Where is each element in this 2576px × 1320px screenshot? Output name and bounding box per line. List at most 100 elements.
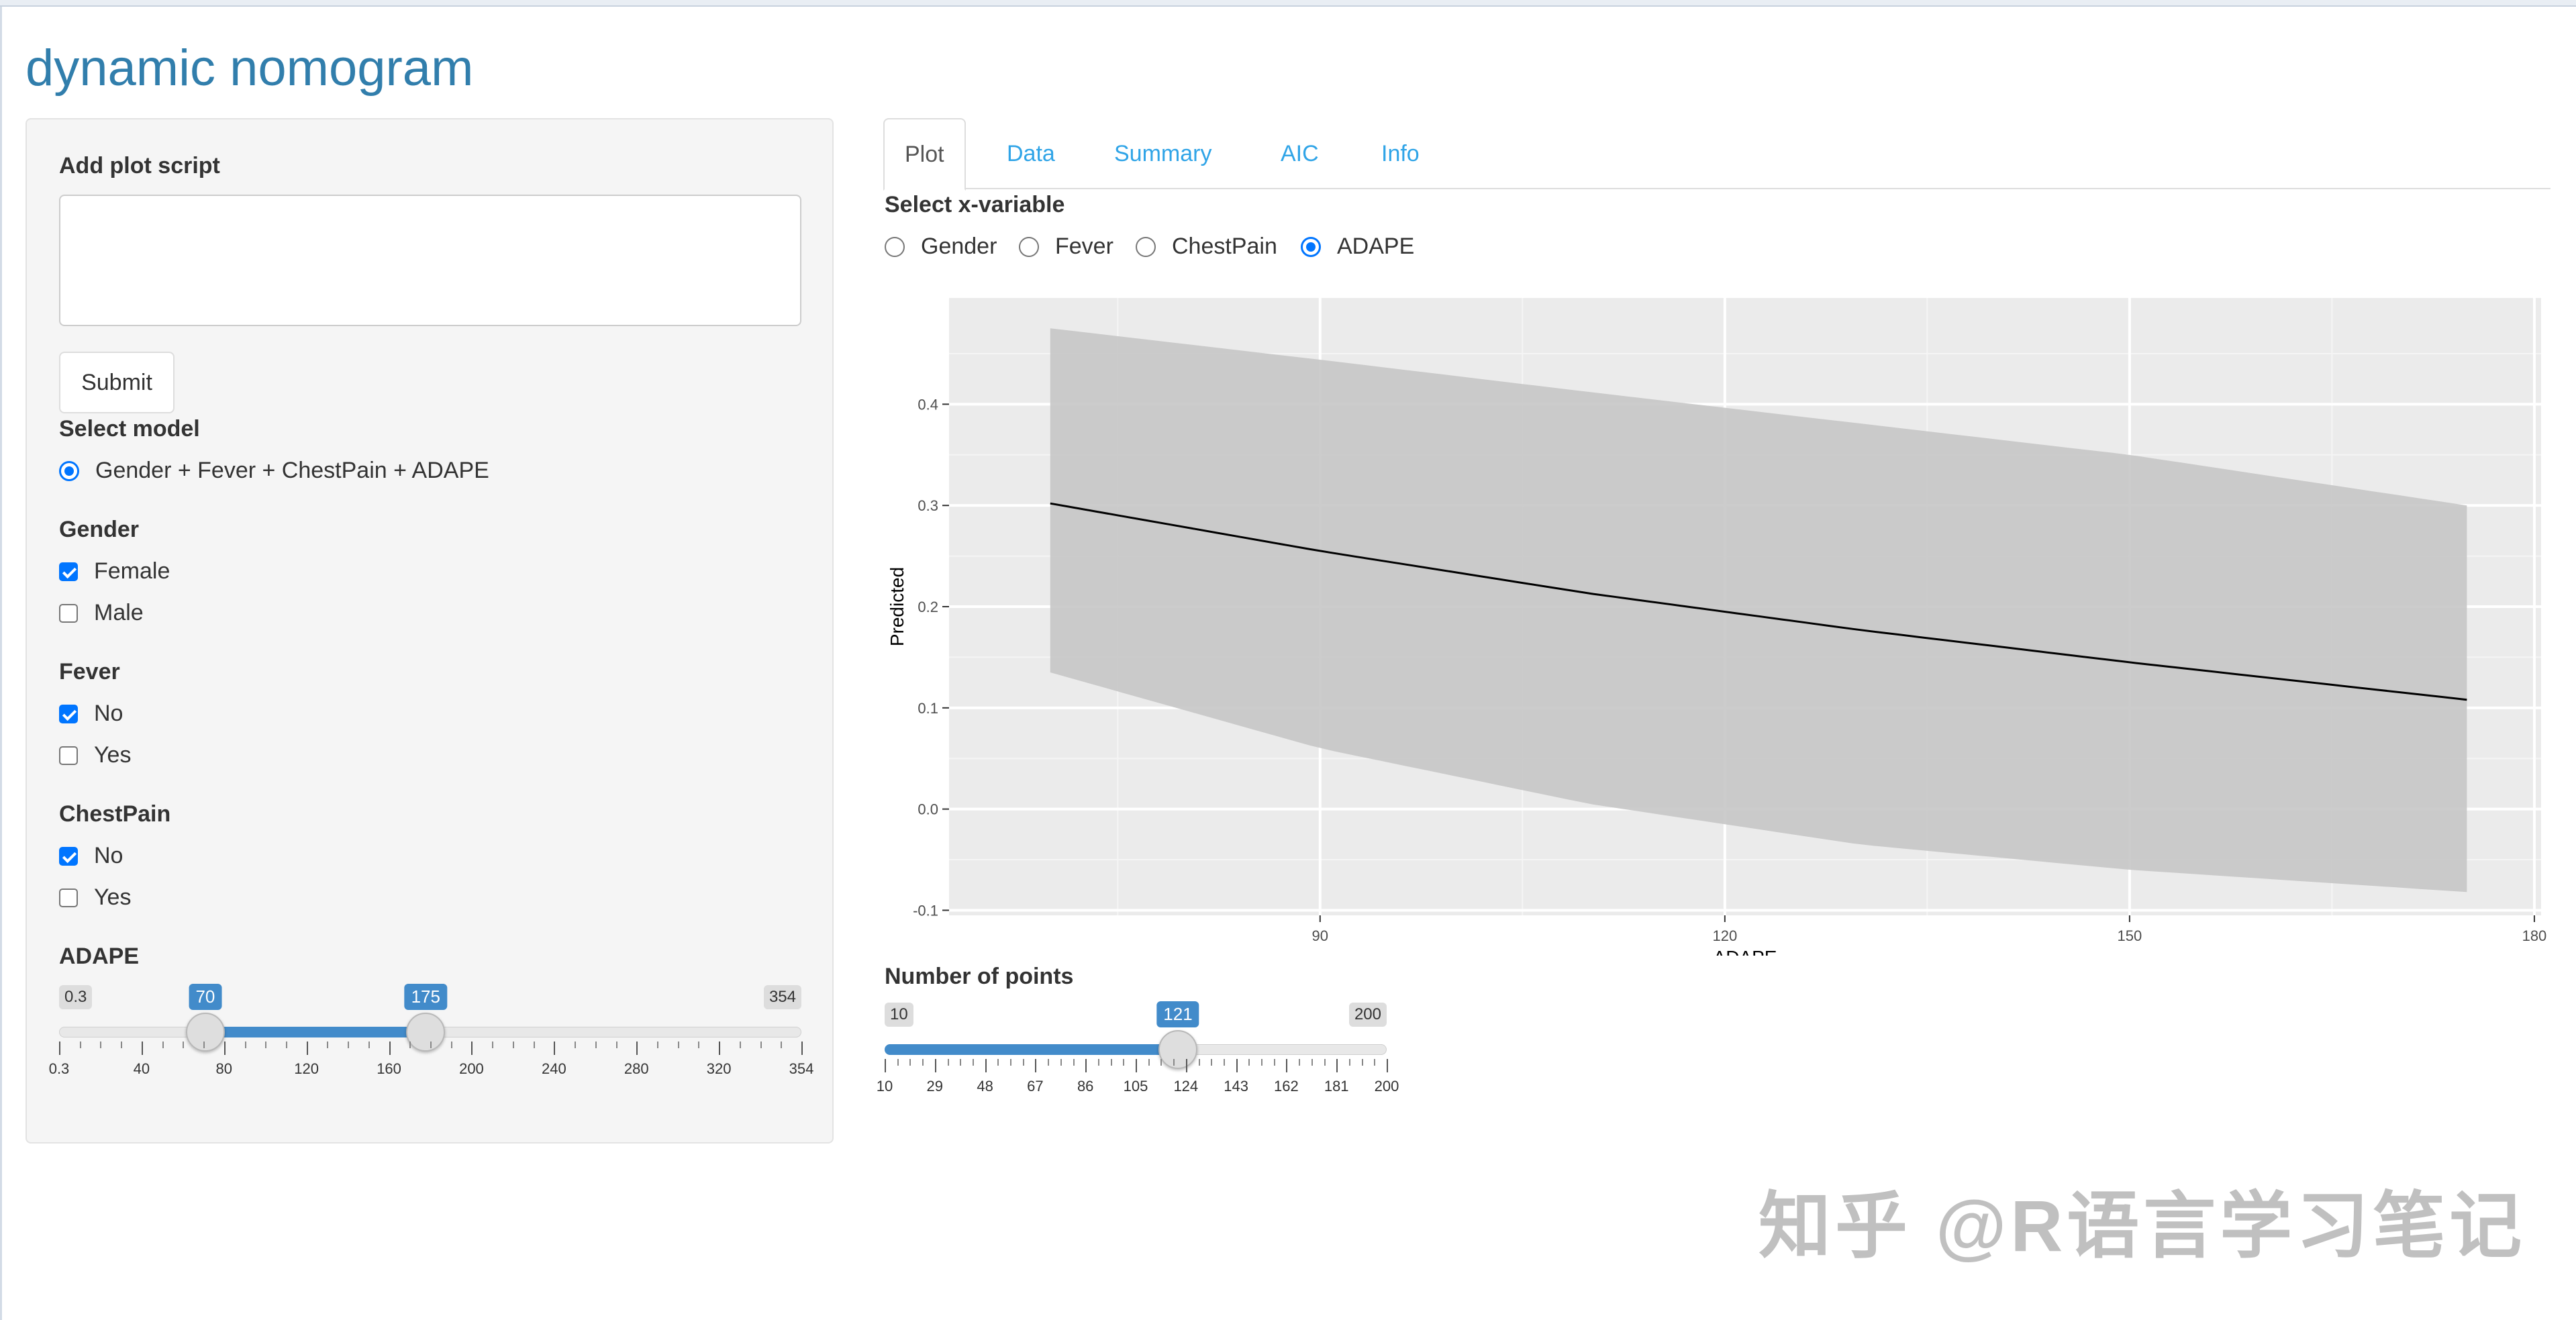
radio-selected-icon[interactable]: [1301, 236, 1321, 257]
option-label: Female: [94, 558, 170, 584]
slider-minor-tick: [1361, 1059, 1363, 1066]
slider-minor-tick: [1022, 1059, 1024, 1066]
slider-tick: [141, 1042, 143, 1055]
slider-minor-tick: [162, 1042, 164, 1048]
slider-tick-label: 354: [789, 1060, 814, 1077]
checkbox-unchecked-icon[interactable]: [59, 603, 78, 623]
gender-option-female[interactable]: Female: [59, 558, 170, 585]
slider-minor-tick: [575, 1042, 577, 1048]
slider-tick: [59, 1042, 60, 1055]
slider-minor-tick: [1273, 1059, 1275, 1066]
slider-minor-tick: [450, 1042, 452, 1048]
tab-info[interactable]: Info: [1361, 118, 1440, 189]
checkbox-unchecked-icon[interactable]: [59, 746, 78, 765]
radio-unselected-icon[interactable]: [885, 236, 905, 257]
slider-minor-tick: [922, 1059, 924, 1066]
tab-summary[interactable]: Summary: [1094, 118, 1232, 189]
radio-unselected-icon[interactable]: [1136, 236, 1156, 257]
slider-minor-tick: [677, 1042, 679, 1048]
slider-minor-tick: [533, 1042, 535, 1048]
chestpain-option-yes[interactable]: Yes: [59, 884, 131, 911]
slider-minor-tick: [1261, 1059, 1262, 1066]
checkbox-checked-icon[interactable]: [59, 562, 78, 581]
slider-minor-tick: [1299, 1059, 1301, 1066]
option-label: Yes: [94, 742, 132, 768]
slider-tick-label: 120: [294, 1060, 319, 1077]
slider-minor-tick: [1148, 1059, 1150, 1066]
page-title: dynamic nomogram: [26, 40, 474, 97]
slider-minor-tick: [1073, 1059, 1075, 1066]
slider-max-label: 354: [763, 985, 801, 1009]
checkbox-unchecked-icon[interactable]: [59, 888, 78, 907]
fever-label: Fever: [59, 659, 120, 684]
slider-tick-label: 240: [541, 1060, 566, 1077]
slider-tick: [1286, 1059, 1288, 1072]
xvar-option-chestpain[interactable]: ChestPain: [1136, 234, 1277, 260]
slider-tick-label: 280: [624, 1060, 649, 1077]
model-radio-option[interactable]: Gender + Fever + ChestPain + ADAPE: [59, 458, 489, 484]
slider-minor-tick: [960, 1059, 962, 1066]
slider-tick-label: 48: [977, 1078, 993, 1095]
slider-minor-tick: [409, 1042, 411, 1048]
tab-aic[interactable]: AIC: [1260, 118, 1339, 189]
slider-minor-tick: [183, 1042, 185, 1048]
fever-option-yes[interactable]: Yes: [59, 742, 131, 768]
y-tick-label: 0.3: [918, 497, 938, 514]
tab-plot[interactable]: Plot: [883, 118, 966, 191]
tab-bar: Plot Data Summary AIC Info: [883, 118, 2550, 191]
slider-minor-tick: [615, 1042, 617, 1048]
tab-data[interactable]: Data: [987, 118, 1075, 189]
radio-unselected-icon[interactable]: [1019, 236, 1039, 257]
y-tick-label: -0.1: [913, 902, 938, 919]
slider-tick-label: 86: [1077, 1078, 1094, 1095]
y-tick-label: 0.1: [918, 700, 938, 717]
chestpain-option-no[interactable]: No: [59, 843, 123, 869]
option-label: Male: [94, 600, 144, 625]
slider-tick: [1035, 1059, 1037, 1072]
points-slider[interactable]: 10 200 121 10 29 48 67 86 105 124 143 162 181 200: [877, 1001, 1399, 1097]
slider-high-handle[interactable]: [406, 1013, 446, 1052]
xvar-option-gender[interactable]: Gender: [885, 234, 997, 260]
slider-tick: [1085, 1059, 1087, 1072]
slider-minor-tick: [739, 1042, 741, 1048]
plot-script-textarea[interactable]: [59, 195, 801, 326]
slider-tick-label: 162: [1274, 1078, 1299, 1095]
slider-tick-label: 143: [1224, 1078, 1248, 1095]
xvar-option-adape[interactable]: ADAPE: [1301, 234, 1414, 260]
slider-low-value: 70: [189, 984, 222, 1010]
adape-range-slider[interactable]: 0.3 354 70 175 0.3 40 80 120 160 200 240 280 320 354: [49, 984, 813, 1079]
slider-tick-label: 10: [876, 1078, 893, 1095]
submit-button[interactable]: Submit: [59, 352, 175, 413]
slider-tick-label: 124: [1173, 1078, 1199, 1095]
xvar-option-fever[interactable]: Fever: [1019, 234, 1113, 260]
option-label: Yes: [94, 884, 132, 910]
gender-label: Gender: [59, 517, 140, 542]
slider-minor-tick: [512, 1042, 514, 1048]
slider-tick: [306, 1042, 308, 1055]
radio-selected-icon[interactable]: [59, 460, 79, 481]
slider-high-value: 175: [404, 984, 447, 1010]
slider-minor-tick: [897, 1059, 899, 1066]
xvar-label: Select x-variable: [885, 192, 1065, 217]
fever-option-no[interactable]: No: [59, 701, 123, 727]
slider-tick-label: 105: [1123, 1078, 1148, 1095]
slider-tick-label: 200: [459, 1060, 484, 1077]
slider-value-handle[interactable]: [1158, 1030, 1197, 1069]
slider-tick: [1136, 1059, 1137, 1072]
slider-max-label: 200: [1348, 1003, 1387, 1027]
slider-tick: [1336, 1059, 1338, 1072]
slider-minor-tick: [1248, 1059, 1250, 1066]
slider-min-label: 10: [885, 1003, 913, 1027]
slider-tick: [636, 1042, 638, 1055]
gender-option-male[interactable]: Male: [59, 600, 144, 626]
checkbox-checked-icon[interactable]: [59, 846, 78, 866]
slider-selected-range: [885, 1044, 1178, 1055]
checkbox-checked-icon[interactable]: [59, 704, 78, 723]
slider-minor-tick: [327, 1042, 329, 1048]
slider-tick-label: 0.3: [48, 1060, 70, 1077]
slider-minor-tick: [972, 1059, 974, 1066]
slider-minor-tick: [492, 1042, 494, 1048]
slider-tick: [934, 1059, 936, 1072]
slider-low-handle[interactable]: [185, 1013, 225, 1052]
slider-minor-tick: [1010, 1059, 1011, 1066]
